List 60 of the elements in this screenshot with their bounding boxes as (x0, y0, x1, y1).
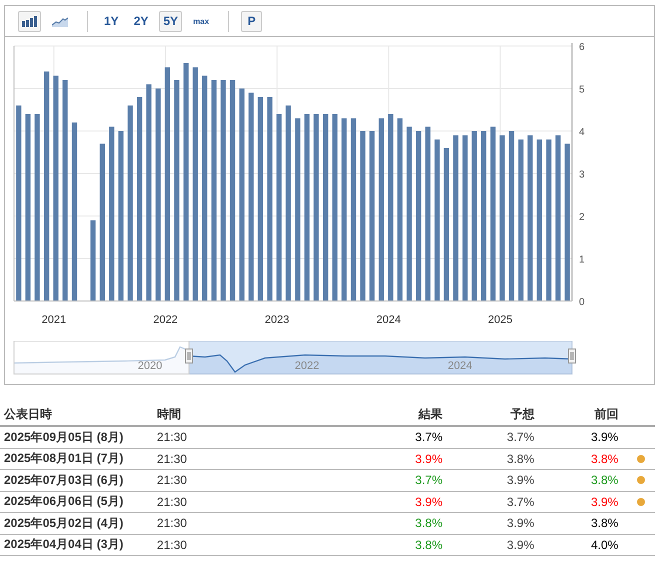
x-axis-label: 2021 (42, 314, 66, 326)
column-header: 予想 (442, 403, 534, 426)
column-header: 前回 (534, 403, 618, 426)
actual-cell: 3.8% (274, 512, 443, 534)
column-header: 公表日時 (0, 403, 153, 426)
navigator-year-label: 2022 (294, 360, 320, 372)
x-axis-label: 2022 (153, 314, 178, 326)
y-axis-label: 0 (579, 297, 585, 308)
actual-cell: 3.7% (274, 426, 443, 448)
time-cell: 21:30 (152, 534, 274, 556)
line-chart-icon (52, 16, 68, 26)
navigator-year-label: 2020 (138, 360, 162, 372)
date-cell: 2025年08月01日 (7月) (0, 448, 153, 470)
y-axis-label: 6 (579, 42, 585, 53)
range-button[interactable]: 5Y (159, 10, 182, 32)
navigator-year-label: 2024 (448, 360, 472, 372)
previous-cell: 3.8% (534, 512, 618, 534)
time-cell: 21:30 (152, 470, 274, 491)
forecast-cell: 3.7% (442, 491, 534, 512)
y-axis-label: 1 (579, 254, 585, 266)
forecast-cell: 3.9% (442, 512, 534, 534)
bar-chart-icon (22, 16, 37, 26)
time-cell: 21:30 (152, 426, 274, 448)
previous-cell: 3.9% (534, 426, 618, 448)
x-axis-label: 2025 (488, 314, 512, 326)
date-cell: 2025年05月02日 (4月) (0, 512, 153, 534)
previous-cell: 3.9% (534, 491, 618, 512)
date-cell: 2025年09月05日 (8月) (0, 426, 153, 448)
time-cell: 21:30 (152, 512, 274, 534)
x-axis-label: 2023 (264, 314, 290, 326)
time-cell: 21:30 (152, 448, 274, 470)
date-cell: 2025年07月03日 (6月) (0, 470, 153, 491)
actual-cell: 3.7% (274, 470, 443, 491)
y-axis-label: 3 (579, 170, 585, 180)
y-axis-label: 5 (579, 84, 585, 96)
date-cell: 2025年04月04日 (3月) (0, 534, 153, 556)
p-button[interactable]: P (241, 10, 262, 32)
range-handle[interactable] (185, 348, 193, 364)
previous-cell: 3.8% (534, 470, 618, 491)
range-button[interactable]: max (189, 10, 214, 32)
previous-cell: 3.8% (534, 448, 618, 470)
range-button[interactable]: 1Y (100, 10, 123, 32)
bar-chart-button[interactable] (18, 10, 41, 32)
previous-cell: 4.0% (534, 534, 618, 556)
range-handle[interactable] (568, 348, 576, 364)
time-cell: 21:30 (152, 491, 274, 512)
forecast-cell: 3.9% (442, 470, 534, 491)
y-axis-label: 2 (579, 212, 585, 223)
forecast-cell: 3.9% (442, 534, 534, 556)
x-axis-label: 2024 (376, 314, 401, 326)
date-cell: 2025年06月06日 (5月) (0, 491, 153, 512)
actual-cell: 3.9% (274, 448, 443, 470)
forecast-cell: 3.8% (442, 448, 534, 470)
range-button[interactable]: 2Y (130, 10, 152, 32)
actual-cell: 3.8% (274, 534, 443, 556)
actual-cell: 3.9% (274, 491, 443, 512)
column-header: 時間 (152, 403, 274, 426)
forecast-cell: 3.7% (442, 426, 534, 448)
column-header: 結果 (274, 403, 443, 426)
y-axis-label: 4 (579, 127, 585, 138)
